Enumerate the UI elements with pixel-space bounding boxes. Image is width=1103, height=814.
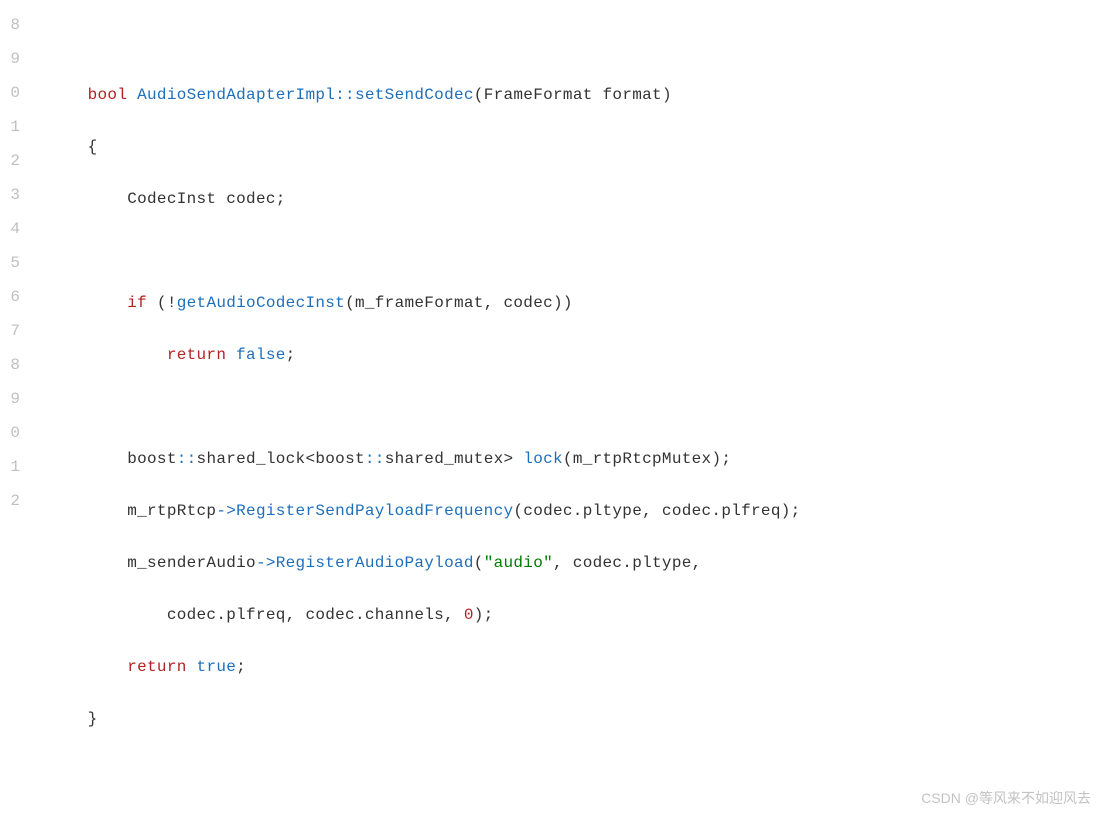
scope-operator: :: [365, 450, 385, 468]
code-line: m_rtpRtcp->RegisterSendPayloadFrequency(… [48, 494, 1103, 528]
code-line: } [48, 702, 1103, 736]
function-call: getAudioCodecInst [177, 294, 345, 312]
keyword-return: return [167, 346, 226, 364]
paren-close: ) [662, 86, 672, 104]
line-number: 9 [0, 42, 28, 76]
space [226, 346, 236, 364]
line-number: 2 [0, 144, 28, 178]
code-line [48, 26, 1103, 60]
args: (m_frameFormat, codec)) [345, 294, 573, 312]
line-number: 4 [0, 212, 28, 246]
scope-operator: :: [335, 86, 355, 104]
keyword-if: if [127, 294, 147, 312]
param-name: format [593, 86, 662, 104]
template-close: shared_mutex> [385, 450, 524, 468]
space [187, 658, 197, 676]
code-line [48, 234, 1103, 268]
punct: (! [147, 294, 177, 312]
indent [48, 346, 167, 364]
param-type: FrameFormat [484, 86, 593, 104]
member-var: m_rtpRtcp [48, 502, 216, 520]
code-line: if (!getAudioCodecInst(m_frameFormat, co… [48, 286, 1103, 320]
indent [48, 294, 127, 312]
line-number: 0 [0, 76, 28, 110]
line-number: 8 [0, 8, 28, 42]
line-number: 7 [0, 314, 28, 348]
arrow-operator: -> [256, 554, 276, 572]
literal-false: false [236, 346, 286, 364]
indent [48, 190, 127, 208]
member-var: m_senderAudio [48, 554, 256, 572]
line-number: 9 [0, 382, 28, 416]
code-line: return false; [48, 338, 1103, 372]
args: (codec.pltype, codec.plfreq); [513, 502, 800, 520]
code-line: boost::shared_lock<boost::shared_mutex> … [48, 442, 1103, 476]
number-literal: 0 [464, 606, 474, 624]
paren-open: ( [474, 86, 484, 104]
keyword-return: return [127, 658, 186, 676]
literal-true: true [197, 658, 237, 676]
line-number: 3 [0, 178, 28, 212]
line-number: 1 [0, 110, 28, 144]
code-editor[interactable]: bool AudioSendAdapterImpl::setSendCodec(… [28, 0, 1103, 814]
line-number: 8 [0, 348, 28, 382]
line-number: 2 [0, 484, 28, 518]
code-line [48, 390, 1103, 424]
code-line: { [48, 130, 1103, 164]
line-number-gutter: 8 9 0 1 2 3 4 5 6 7 8 9 0 1 2 [0, 0, 28, 814]
template-type: shared_lock<boost [197, 450, 365, 468]
scope-operator: :: [177, 450, 197, 468]
line-number: 5 [0, 246, 28, 280]
string-literal: "audio" [484, 554, 553, 572]
code-line [48, 754, 1103, 788]
args: , codec.pltype, [553, 554, 702, 572]
line-number: 1 [0, 450, 28, 484]
code-line: return true; [48, 650, 1103, 684]
variable-decl: codec; [216, 190, 285, 208]
constructor-call: lock [523, 450, 563, 468]
class-name: AudioSendAdapterImpl [137, 86, 335, 104]
paren-close: ); [474, 606, 494, 624]
code-line: codec.plfreq, codec.channels, 0); [48, 598, 1103, 632]
code-line: bool AudioSendAdapterImpl::setSendCodec(… [48, 78, 1103, 112]
method-name: setSendCodec [355, 86, 474, 104]
line-number: 0 [0, 416, 28, 450]
args: (m_rtpRtcpMutex); [563, 450, 731, 468]
semicolon: ; [286, 346, 296, 364]
paren-open: ( [474, 554, 484, 572]
semicolon: ; [236, 658, 246, 676]
keyword-bool: bool [88, 86, 128, 104]
type-name: CodecInst [127, 190, 216, 208]
method-call: RegisterSendPayloadFrequency [236, 502, 513, 520]
namespace: boost [48, 450, 177, 468]
method-call: RegisterAudioPayload [276, 554, 474, 572]
args-cont: codec.plfreq, codec.channels, [48, 606, 464, 624]
arrow-operator: -> [216, 502, 236, 520]
indent [48, 658, 127, 676]
code-line: CodecInst codec; [48, 182, 1103, 216]
line-number: 6 [0, 280, 28, 314]
code-line: m_senderAudio->RegisterAudioPayload("aud… [48, 546, 1103, 580]
